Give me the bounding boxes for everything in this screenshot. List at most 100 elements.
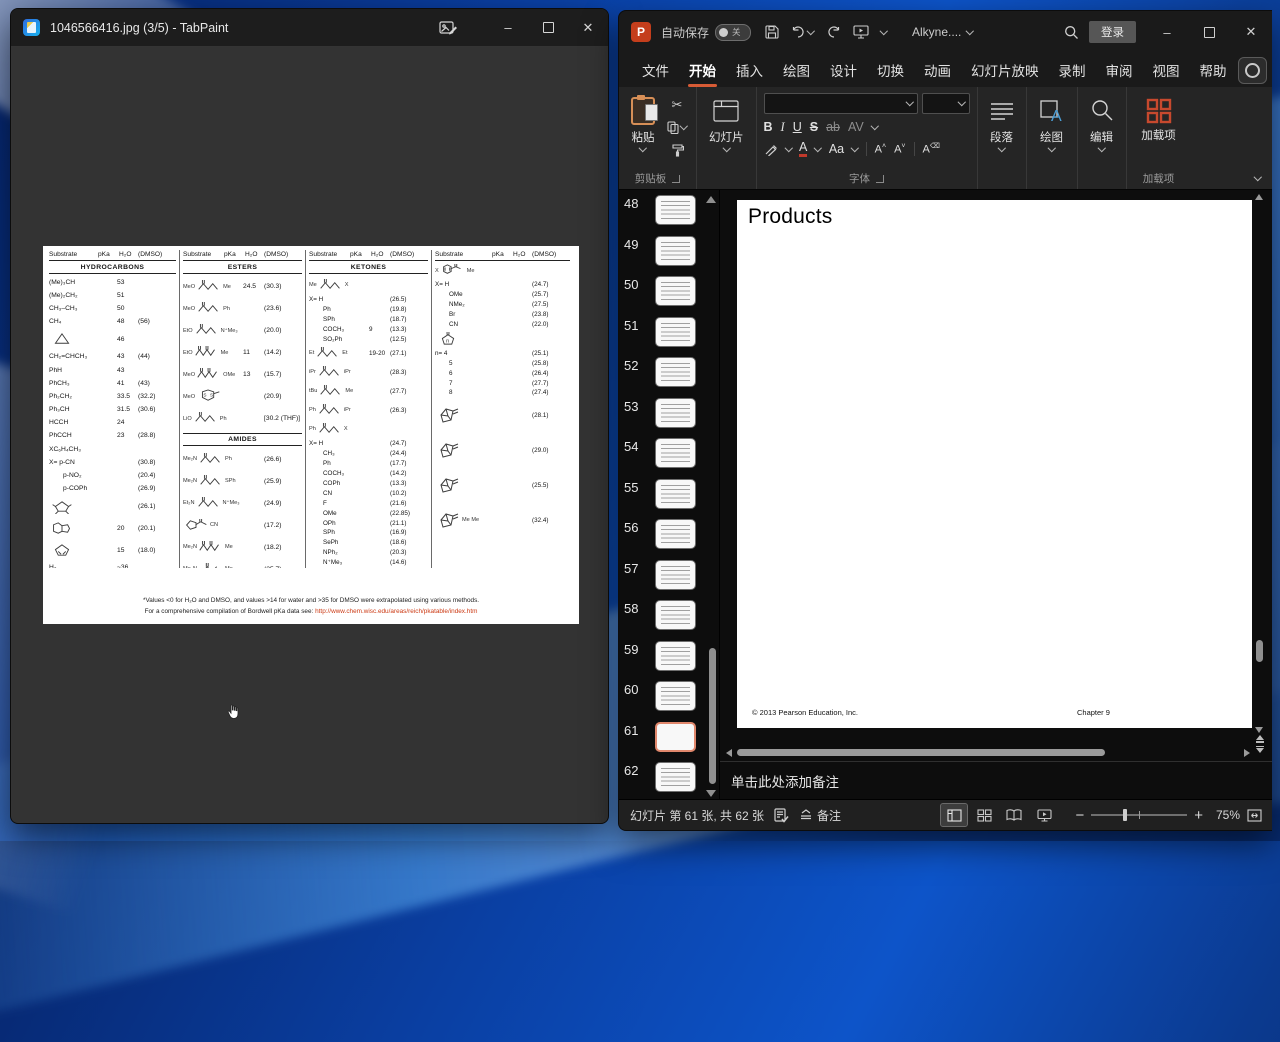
slide-thumbnail-box[interactable] (655, 317, 696, 347)
zoom-in-button[interactable]: + (1194, 808, 1203, 823)
start-slideshow-icon[interactable] (853, 25, 869, 39)
slides-dropdown-chevron[interactable] (722, 144, 730, 152)
grow-font-button[interactable]: A˄ (875, 143, 886, 156)
slide-thumbnail-box[interactable] (655, 600, 696, 630)
tabpaint-canvas[interactable]: SubstratepKaH₂O(DMSO)HYDROCARBONS(Me)₃CH… (12, 47, 607, 822)
slide-thumbnail[interactable]: 48 (624, 195, 719, 225)
slide-thumbnail-box[interactable] (655, 519, 696, 549)
editing-chevron[interactable] (1098, 144, 1106, 152)
reading-view-button[interactable] (1001, 804, 1027, 826)
slide-thumbnail-box[interactable] (655, 722, 696, 752)
slide-title[interactable]: Products (748, 205, 832, 229)
drawing-button[interactable]: A 绘图 (1034, 93, 1070, 154)
zoom-slider[interactable] (1091, 814, 1187, 816)
shrink-font-button[interactable]: A˅ (894, 143, 905, 156)
slide-thumbnail[interactable]: 54 (624, 438, 719, 468)
slide-thumbnail[interactable]: 60 (624, 681, 719, 711)
ppt-maximize-button[interactable] (1188, 11, 1230, 53)
slide-thumbnail-box[interactable] (655, 357, 696, 387)
new-slide-button[interactable]: 幻灯片 (704, 93, 749, 154)
ribbon-tab[interactable]: 视图 (1144, 54, 1189, 86)
slide-thumbnail[interactable]: 51 (624, 317, 719, 347)
close-button[interactable]: ✕ (568, 9, 608, 46)
pka-table-link[interactable]: http://www.chem.wisc.edu/areas/reich/pka… (315, 608, 477, 615)
ribbon-tab[interactable]: 动画 (915, 54, 960, 86)
slide-thumbnail-box[interactable] (655, 398, 696, 428)
paste-dropdown-chevron[interactable] (639, 144, 647, 152)
vertical-scrollbar-thumb[interactable] (1256, 640, 1263, 662)
character-spacing-button[interactable]: AV (848, 120, 864, 134)
zoom-slider-thumb[interactable] (1123, 809, 1127, 821)
normal-view-button[interactable] (941, 804, 967, 826)
qat-more-chevron[interactable] (879, 27, 887, 35)
font-size-combobox[interactable] (922, 93, 970, 114)
ribbon-tab[interactable]: 切换 (868, 54, 913, 86)
slide-thumbnail[interactable]: 62 (624, 762, 719, 792)
clipboard-dialog-launcher[interactable] (672, 175, 680, 183)
strikethrough-button[interactable]: ab (826, 120, 840, 134)
highlight-pen-button[interactable] (764, 143, 778, 156)
slide-thumbnail[interactable]: 55 (624, 479, 719, 509)
ribbon-tab[interactable]: 幻灯片放映 (962, 54, 1048, 86)
search-icon[interactable] (1064, 25, 1079, 40)
change-case-chevron[interactable] (851, 144, 859, 152)
font-dialog-launcher[interactable] (876, 175, 884, 183)
notes-pane[interactable]: 单击此处添加备注 (720, 761, 1272, 799)
record-button[interactable] (1238, 57, 1267, 84)
previous-slide-button[interactable] (1256, 735, 1264, 743)
scroll-up-arrow[interactable] (1255, 194, 1263, 200)
paste-button[interactable]: 粘贴 (626, 93, 660, 154)
addins-button[interactable]: 加载项 (1134, 93, 1184, 147)
underline-button[interactable]: U (793, 120, 802, 134)
slide-thumbnail[interactable]: 57 (624, 560, 719, 590)
thumbnail-scrollbar-thumb[interactable] (709, 648, 716, 784)
slide-thumbnail-box[interactable] (655, 560, 696, 590)
ribbon-tab[interactable]: 插入 (727, 54, 772, 86)
undo-icon[interactable] (791, 26, 814, 39)
slide-thumbnail[interactable]: 53 (624, 398, 719, 428)
signin-button[interactable]: 登录 (1089, 21, 1136, 43)
text-shadow-button[interactable]: S (810, 120, 818, 134)
slide-thumbnail-box[interactable] (655, 276, 696, 306)
ppt-close-button[interactable]: ✕ (1230, 11, 1272, 53)
horizontal-scrollbar[interactable] (726, 748, 1250, 758)
slide-thumbnail[interactable]: 58 (624, 600, 719, 630)
slide-thumbnail[interactable]: 52 (624, 357, 719, 387)
undo-dropdown-chevron[interactable] (807, 27, 815, 35)
ribbon-tab[interactable]: 文件 (633, 54, 678, 86)
slide-thumbnail[interactable]: 61 (624, 722, 719, 752)
italic-button[interactable]: I (781, 120, 785, 135)
slide-thumbnail-box[interactable] (655, 195, 696, 225)
thumbnail-scroll-down-arrow[interactable] (706, 790, 716, 797)
save-icon[interactable] (765, 25, 779, 39)
scroll-left-arrow[interactable] (726, 749, 732, 757)
ribbon-tab[interactable]: 录制 (1050, 54, 1095, 86)
editing-button[interactable]: 编辑 (1085, 93, 1119, 154)
redo-icon[interactable] (826, 26, 841, 39)
zoom-level[interactable]: 75% (1210, 808, 1240, 822)
ribbon-tab[interactable]: 审阅 (1097, 54, 1142, 86)
next-slide-button[interactable] (1256, 746, 1264, 754)
thumbnail-scroll-up-arrow[interactable] (706, 196, 716, 203)
ppt-minimize-button[interactable]: – (1146, 11, 1188, 53)
slide-thumbnail[interactable]: 50 (624, 276, 719, 306)
copy-button[interactable] (665, 118, 689, 137)
charspace-chevron[interactable] (871, 122, 879, 130)
pen-chevron[interactable] (784, 144, 792, 152)
slide-thumbnail-box[interactable] (655, 479, 696, 509)
slideshow-view-button[interactable] (1031, 804, 1057, 826)
slide-editing-area[interactable]: Products © 2013 Pearson Education, Inc. … (720, 190, 1272, 761)
maximize-button[interactable] (528, 9, 568, 46)
font-color-chevron[interactable] (814, 144, 822, 152)
change-case-button[interactable]: Aa (829, 142, 844, 156)
vertical-scrollbar[interactable] (1254, 192, 1265, 735)
autosave-control[interactable]: 自动保存 关 (661, 24, 751, 41)
cut-button[interactable]: ✂ (665, 95, 689, 114)
slide-thumbnail-box[interactable] (655, 681, 696, 711)
ribbon-tab[interactable]: 绘图 (774, 54, 819, 86)
edit-image-icon[interactable] (439, 19, 458, 36)
spellcheck-button[interactable] (774, 808, 789, 823)
copy-dropdown-chevron[interactable] (680, 122, 688, 130)
slide-thumbnail-box[interactable] (655, 236, 696, 266)
scroll-down-arrow[interactable] (1255, 727, 1263, 733)
